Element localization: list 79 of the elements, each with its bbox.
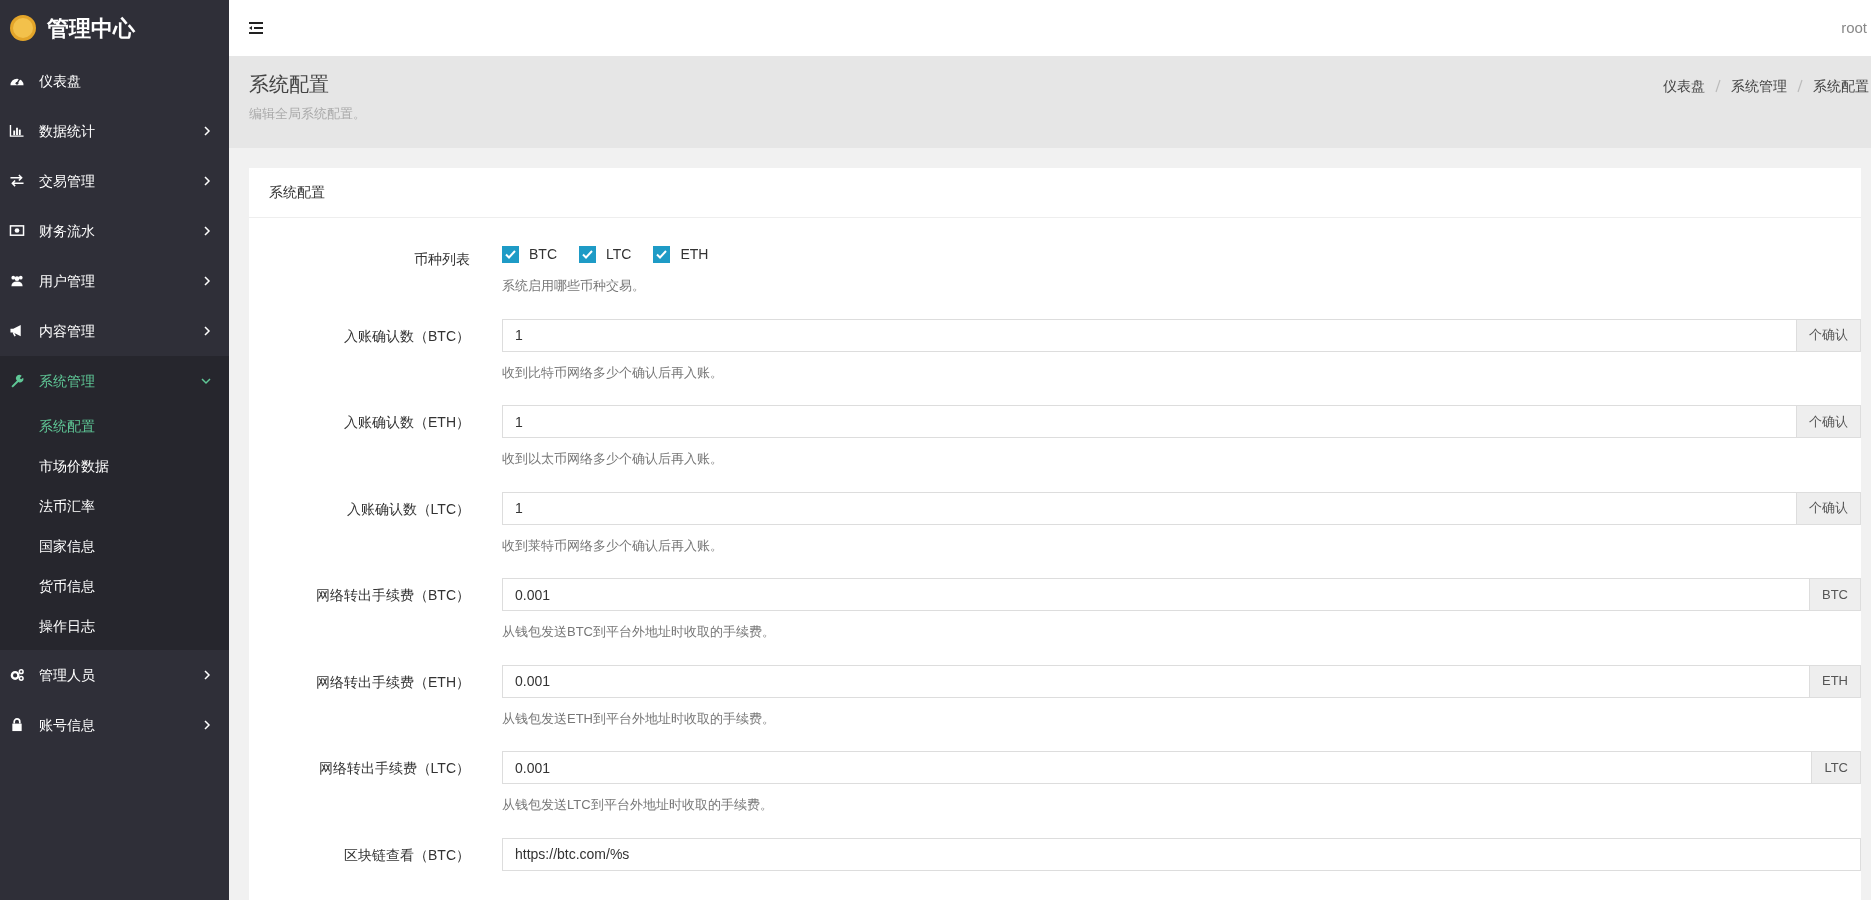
input-field[interactable]: 0.001 — [502, 664, 1810, 698]
page-title: 系统配置 — [249, 72, 330, 96]
checkbox-label: ETH — [680, 245, 709, 264]
chevron-right-icon — [203, 126, 211, 136]
card-title: 系统配置 — [269, 183, 325, 202]
money-icon — [9, 224, 25, 238]
submenu-item[interactable]: 法币汇率 — [0, 486, 229, 526]
field-label: 入账确认数（BTC） — [343, 326, 471, 346]
input-addon: 个确认 — [1796, 318, 1861, 352]
chevron-down-icon — [201, 377, 211, 385]
breadcrumb-link[interactable]: 系统管理 — [1731, 76, 1787, 148]
checkmark-icon — [505, 250, 516, 259]
sidebar-item[interactable]: 用户管理 — [0, 256, 229, 306]
help-text: 从钱包发送LTC到平台外地址时收取的手续费。 — [502, 796, 774, 814]
field-label: 入账确认数（LTC） — [345, 499, 471, 519]
checkmark-icon — [582, 250, 593, 259]
field-label: 币种列表 — [413, 250, 471, 269]
help-text: 收到比特币网络多少个确认后再入账。 — [502, 363, 724, 382]
help-text: 从钱包发送ETH到平台外地址时收取的手续费。 — [502, 709, 776, 728]
field-label: 区块链查看（BTC） — [343, 845, 471, 865]
submenu-item[interactable]: 货币信息 — [0, 566, 229, 606]
sidebar-item[interactable]: 系统管理 — [0, 356, 229, 406]
sidebar-item[interactable]: 内容管理 — [0, 306, 229, 356]
input-addon: 个确认 — [1796, 405, 1861, 438]
checkbox[interactable] — [502, 246, 519, 263]
lock-icon — [9, 718, 25, 732]
input-addon: BTC — [1809, 578, 1861, 611]
page-subtitle: 编辑全局系统配置。 — [249, 105, 366, 123]
submenu-item[interactable]: 系统配置 — [0, 406, 229, 446]
input-field[interactable]: 0.001 — [502, 578, 1810, 611]
input-field[interactable]: 1 — [502, 405, 1797, 438]
checkbox[interactable] — [579, 246, 596, 263]
field-label: 入账确认数（ETH） — [343, 413, 471, 432]
chevron-right-icon — [203, 670, 211, 680]
users-icon — [9, 274, 25, 288]
chevron-right-icon — [203, 276, 211, 286]
submenu-item[interactable]: 操作日志 — [0, 606, 229, 646]
input-field[interactable]: 1 — [502, 318, 1797, 352]
checkmark-icon — [656, 250, 668, 259]
chevron-right-icon — [203, 326, 211, 336]
sidebar-item[interactable]: 数据统计 — [0, 106, 229, 156]
sidebar-item[interactable]: 财务流水 — [0, 206, 229, 256]
input-addon: 个确认 — [1796, 491, 1861, 525]
input-addon: LTC — [1811, 751, 1861, 784]
checkbox-label: BTC — [529, 245, 557, 264]
sidebar-item[interactable]: 仪表盘 — [0, 56, 229, 106]
user-menu[interactable]: root — [1841, 16, 1871, 40]
breadcrumb-separator-icon — [1797, 79, 1803, 93]
menu-icon[interactable] — [249, 22, 263, 34]
breadcrumb-link[interactable]: 仪表盘 — [1663, 76, 1705, 148]
help-text: 收到莱特币网络多少个确认后再入账。 — [502, 536, 724, 555]
submenu-item[interactable]: 国家信息 — [0, 526, 229, 566]
breadcrumb-separator-icon — [1715, 79, 1721, 93]
chevron-right-icon — [203, 226, 211, 236]
input-field[interactable]: 0.001 — [502, 751, 1813, 784]
breadcrumb-current: 系统配置 — [1813, 77, 1869, 96]
help-text: 从钱包发送BTC到平台外地址时收取的手续费。 — [502, 623, 776, 641]
checkbox-label: LTC — [606, 245, 632, 264]
coin-logo-icon — [9, 14, 37, 42]
chevron-right-icon — [203, 720, 211, 730]
input-field[interactable]: 1 — [502, 491, 1797, 525]
help-text: 收到以太币网络多少个确认后再入账。 — [502, 450, 724, 468]
input-addon: ETH — [1809, 664, 1861, 698]
submenu-item[interactable]: 市场价数据 — [0, 446, 229, 486]
sidebar-item[interactable]: 账号信息 — [0, 700, 229, 750]
gears-icon — [9, 668, 25, 682]
wrench-icon — [9, 374, 25, 388]
field-label: 网络转出手续费（LTC） — [317, 759, 471, 778]
checkbox[interactable] — [653, 246, 671, 263]
field-label: 网络转出手续费（BTC） — [315, 586, 471, 605]
sidebar-item[interactable]: 交易管理 — [0, 156, 229, 206]
sidebar-item[interactable]: 管理人员 — [0, 650, 229, 700]
bar-chart-icon — [9, 124, 25, 138]
chevron-right-icon — [203, 176, 211, 186]
input-field[interactable]: https://btc.com/%s — [502, 837, 1861, 871]
exchange-icon — [9, 174, 25, 188]
help-text: 系统启用哪些币种交易。 — [502, 277, 646, 295]
brand-title: 管理中心 — [47, 14, 135, 43]
field-label: 网络转出手续费（ETH） — [315, 672, 471, 692]
